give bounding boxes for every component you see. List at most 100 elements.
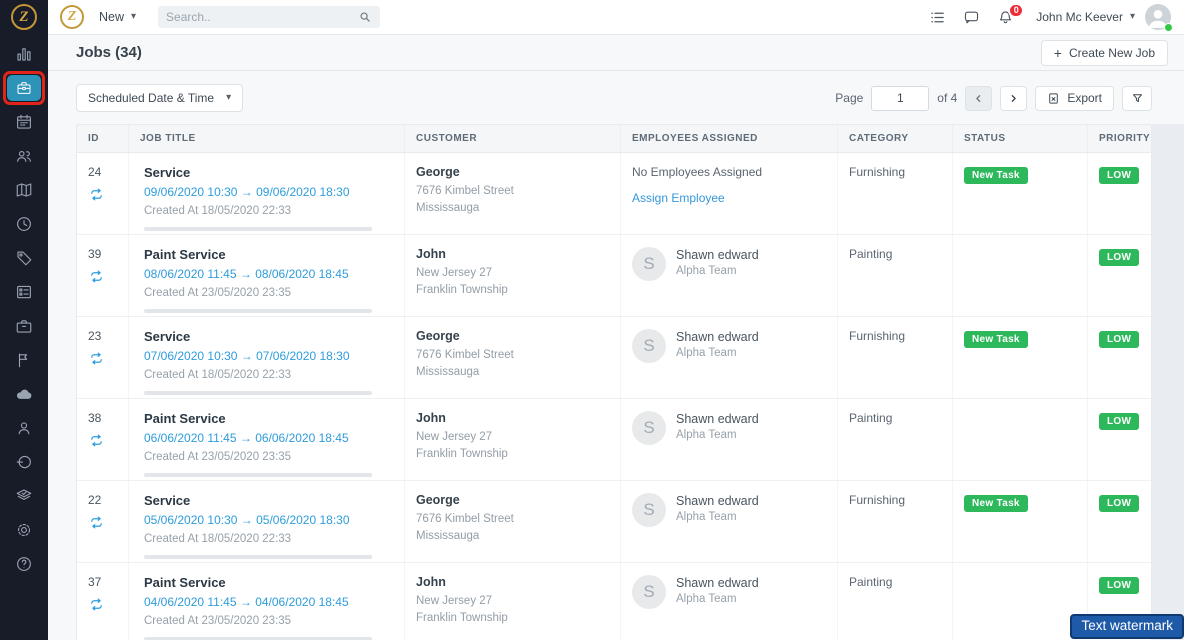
notifications-bell-icon[interactable]: 0 xyxy=(988,2,1025,26)
next-page-button[interactable] xyxy=(1000,85,1028,111)
job-schedule-link[interactable]: 07/06/2020 10:30 → 07/06/2020 18:30 xyxy=(144,349,396,363)
column-header-customer[interactable]: CUSTOMER xyxy=(405,125,621,152)
search-box[interactable] xyxy=(158,6,381,28)
customer-address-line2: Franklin Township xyxy=(416,447,508,460)
map-icon xyxy=(15,181,33,199)
cell-status xyxy=(953,399,1088,480)
sidebar-brand-logo[interactable]: Z xyxy=(11,4,37,30)
create-new-job-label: Create New Job xyxy=(1068,45,1155,60)
page-number-input[interactable] xyxy=(871,85,930,111)
priority-badge: LOW xyxy=(1099,249,1140,266)
sidebar-item-settings[interactable] xyxy=(0,513,48,547)
export-label: Export xyxy=(1067,91,1102,105)
customer-name: George xyxy=(416,493,460,507)
table-row[interactable]: 24 Service 09/06/2020 10:30 → 09/06/2020 1… xyxy=(77,153,1151,235)
job-schedule-link[interactable]: 06/06/2020 11:45 → 06/06/2020 18:45 xyxy=(144,431,396,445)
scheduling-icon xyxy=(15,113,33,131)
user-avatar[interactable] xyxy=(1145,4,1173,32)
employee-info: S Shawn edward Alpha Team xyxy=(632,575,829,609)
dashboard-icon xyxy=(15,45,33,63)
job-schedule-link[interactable]: 08/06/2020 11:45 → 08/06/2020 18:45 xyxy=(144,267,396,281)
column-header-status[interactable]: STATUS xyxy=(953,125,1088,152)
employee-text: Shawn edward Alpha Team xyxy=(676,575,759,605)
column-header-id[interactable]: ID xyxy=(77,125,129,152)
recurring-job-icon[interactable] xyxy=(88,269,105,284)
assets-icon xyxy=(15,317,33,335)
filter-button[interactable] xyxy=(1122,85,1152,111)
chevron-down-icon: ▾ xyxy=(226,92,232,103)
column-header-job-title[interactable]: JOB TITLE xyxy=(129,125,405,152)
search-input[interactable] xyxy=(166,10,359,24)
recurring-job-icon[interactable] xyxy=(88,515,105,530)
job-schedule-link[interactable]: 05/06/2020 10:30 → 05/06/2020 18:30 xyxy=(144,513,396,527)
job-created-at: Created At 18/05/2020 22:33 xyxy=(144,533,292,545)
sidebar-item-customers[interactable] xyxy=(0,411,48,445)
job-created-at: Created At 23/05/2020 23:35 xyxy=(144,615,292,627)
sidebar-item-teams[interactable] xyxy=(0,139,48,173)
job-schedule-link[interactable]: 09/06/2020 10:30 → 09/06/2020 18:30 xyxy=(144,185,396,199)
sidebar-item-scheduling[interactable] xyxy=(0,105,48,139)
recurring-job-icon[interactable] xyxy=(88,187,105,202)
user-menu[interactable]: John Mc Keever ▾ xyxy=(1036,10,1135,24)
column-header-category[interactable]: CATEGORY xyxy=(838,125,953,152)
cell-priority: LOW xyxy=(1088,317,1151,398)
page-header: Jobs (34) + Create New Job xyxy=(48,35,1184,71)
sidebar-item-approvals[interactable] xyxy=(0,479,48,513)
topbar-brand-logo[interactable]: Z xyxy=(60,5,84,29)
employee-avatar: S xyxy=(632,411,666,445)
sidebar-item-timesheets[interactable] xyxy=(0,207,48,241)
employee-avatar: S xyxy=(632,575,666,609)
customer-address-line1: 7676 Kimbel Street xyxy=(416,513,514,525)
sidebar-item-quotes[interactable] xyxy=(0,275,48,309)
table-row[interactable]: 23 Service 07/06/2020 10:30 → 07/06/2020 1… xyxy=(77,317,1151,399)
assign-employee-link[interactable]: Assign Employee xyxy=(632,191,829,205)
priority-badge: LOW xyxy=(1099,413,1140,430)
employee-team: Alpha Team xyxy=(676,429,737,441)
previous-page-button[interactable] xyxy=(965,85,993,111)
search-icon[interactable] xyxy=(358,10,372,24)
job-id: 39 xyxy=(88,247,102,261)
sort-dropdown[interactable]: Scheduled Date & Time ▾ xyxy=(76,84,244,112)
timer-icon xyxy=(15,453,33,471)
column-header-priority[interactable]: PRIORITY xyxy=(1088,125,1151,152)
list-view-icon[interactable] xyxy=(920,9,954,26)
sidebar-item-help[interactable] xyxy=(0,547,48,581)
column-header-employees-assigned[interactable]: EMPLOYEES ASSIGNED xyxy=(621,125,838,152)
tags-icon xyxy=(15,249,33,267)
sidebar-item-reports[interactable] xyxy=(0,343,48,377)
cell-status xyxy=(953,563,1088,640)
chat-icon[interactable] xyxy=(954,9,988,26)
cell-employees-assigned: No Employees Assigned Assign Employee xyxy=(621,153,838,234)
cell-category: Painting xyxy=(838,563,953,640)
table-header-row: ID JOB TITLE CUSTOMER EMPLOYEES ASSIGNED… xyxy=(77,125,1151,153)
sidebar-item-jobs[interactable] xyxy=(0,71,48,105)
job-schedule-link[interactable]: 04/06/2020 11:45 → 04/06/2020 18:45 xyxy=(144,595,396,609)
sidebar-item-tags[interactable] xyxy=(0,241,48,275)
customers-icon xyxy=(15,419,33,437)
create-new-job-button[interactable]: + Create New Job xyxy=(1040,39,1168,66)
page-title: Jobs (34) xyxy=(76,44,142,61)
export-file-icon xyxy=(1049,92,1059,104)
cell-customer: John New Jersey 27 Franklin Township xyxy=(405,399,621,480)
recurring-job-icon[interactable] xyxy=(88,597,105,612)
user-name: John Mc Keever xyxy=(1036,10,1123,24)
employee-name: Shawn edward xyxy=(676,494,759,508)
new-dropdown[interactable]: New ▾ xyxy=(99,10,136,24)
sidebar-item-cloud[interactable] xyxy=(0,377,48,411)
table-row[interactable]: 39 Paint Service 08/06/2020 11:45 → 08/06/… xyxy=(77,235,1151,317)
sidebar-item-assets[interactable] xyxy=(0,309,48,343)
job-progress-bar xyxy=(144,227,372,231)
table-row[interactable]: 22 Service 05/06/2020 10:30 → 05/06/2020 1… xyxy=(77,481,1151,563)
sidebar-item-timer[interactable] xyxy=(0,445,48,479)
brand-z-icon: Z xyxy=(60,5,84,29)
recurring-job-icon[interactable] xyxy=(88,351,105,366)
table-row[interactable]: 37 Paint Service 04/06/2020 11:45 → 04/06/… xyxy=(77,563,1151,640)
recurring-job-icon[interactable] xyxy=(88,433,105,448)
cell-job-title: Paint Service 08/06/2020 11:45 → 08/06/20… xyxy=(129,235,405,316)
sidebar-item-dashboard[interactable] xyxy=(0,37,48,71)
cell-category: Furnishing xyxy=(838,317,953,398)
sidebar-item-map[interactable] xyxy=(0,173,48,207)
export-button[interactable]: Export xyxy=(1035,85,1114,111)
table-row[interactable]: 38 Paint Service 06/06/2020 11:45 → 06/06/… xyxy=(77,399,1151,481)
table-scrollbar-track[interactable] xyxy=(1152,124,1184,640)
